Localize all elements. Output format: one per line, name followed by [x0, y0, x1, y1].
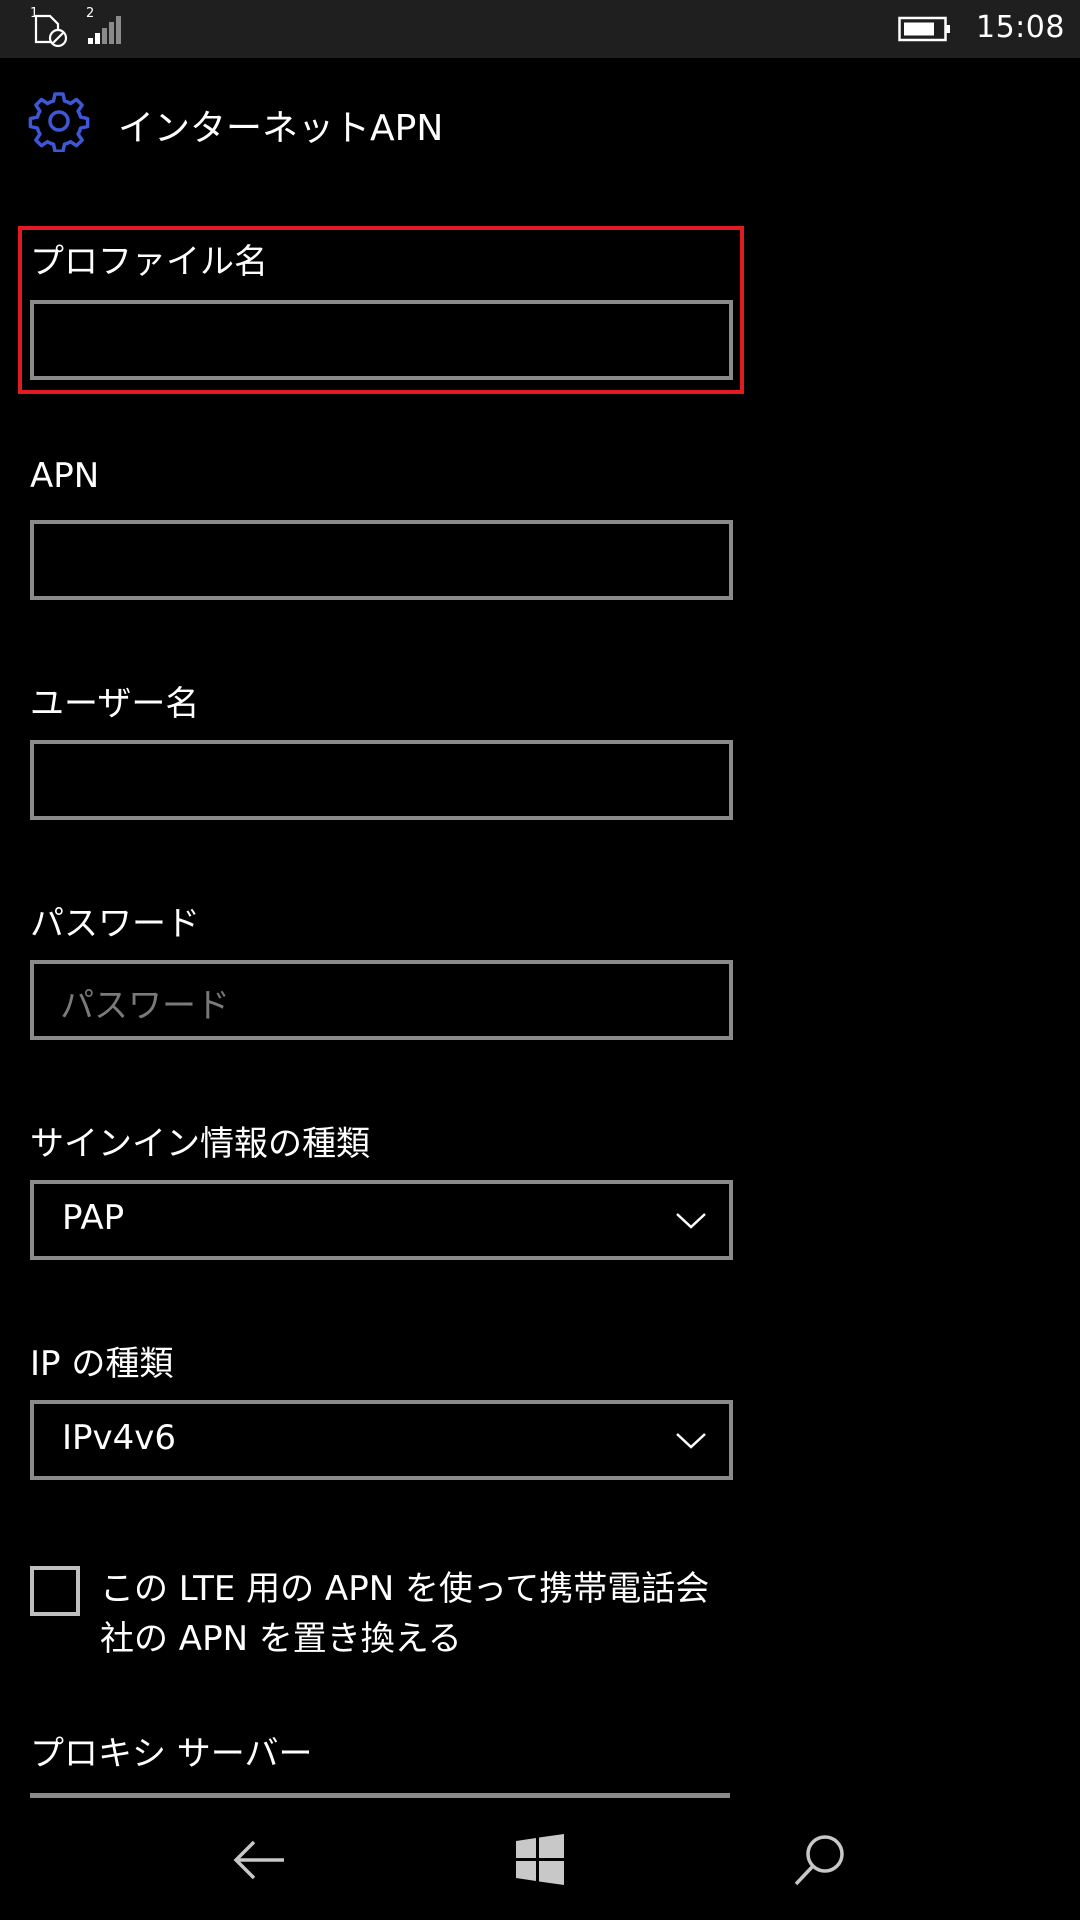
signin-type-label: サインイン情報の種類	[30, 1124, 370, 1164]
windows-logo-icon[interactable]	[510, 1830, 570, 1890]
clock: 15:08	[976, 10, 1065, 45]
proxy-server-label: プロキシ サーバー	[30, 1734, 313, 1774]
signin-type-value: PAP	[62, 1198, 125, 1238]
profile-name-label: プロファイル名	[30, 242, 268, 282]
replace-apn-label-line2: 社の APN を置き換える	[100, 1619, 462, 1659]
search-icon[interactable]	[790, 1830, 850, 1890]
apn-input[interactable]	[30, 520, 733, 600]
password-placeholder: パスワード	[60, 986, 230, 1026]
password-input[interactable]: パスワード	[30, 960, 733, 1040]
ip-type-dropdown[interactable]: IPv4v6	[30, 1400, 733, 1480]
ip-type-label: IP の種類	[30, 1344, 174, 1384]
chevron-down-icon	[676, 1433, 706, 1449]
no-sim-icon	[34, 14, 68, 48]
signal-strength-icon	[88, 16, 121, 44]
chevron-down-icon	[676, 1213, 706, 1229]
apn-label: APN	[30, 456, 100, 496]
replace-apn-label[interactable]: この LTE 用の APN を使って携帯電話会 社の APN を置き換える	[100, 1564, 720, 1664]
username-input[interactable]	[30, 740, 733, 820]
back-arrow-icon[interactable]	[230, 1830, 290, 1890]
ip-type-value: IPv4v6	[62, 1418, 177, 1458]
replace-apn-checkbox[interactable]	[30, 1566, 80, 1616]
profile-name-input[interactable]	[30, 300, 733, 380]
gear-icon	[28, 92, 90, 152]
password-label: パスワード	[30, 904, 200, 944]
username-label: ユーザー名	[30, 684, 200, 724]
navigation-bar	[0, 1800, 1080, 1920]
status-bar: 1 2 15:08	[0, 0, 1080, 58]
proxy-server-input[interactable]	[30, 1793, 730, 1798]
replace-apn-label-line1: この LTE 用の APN を使って携帯電話会	[100, 1569, 710, 1609]
battery-icon	[898, 16, 950, 42]
page-title: インターネットAPN	[118, 108, 444, 149]
signin-type-dropdown[interactable]: PAP	[30, 1180, 733, 1260]
